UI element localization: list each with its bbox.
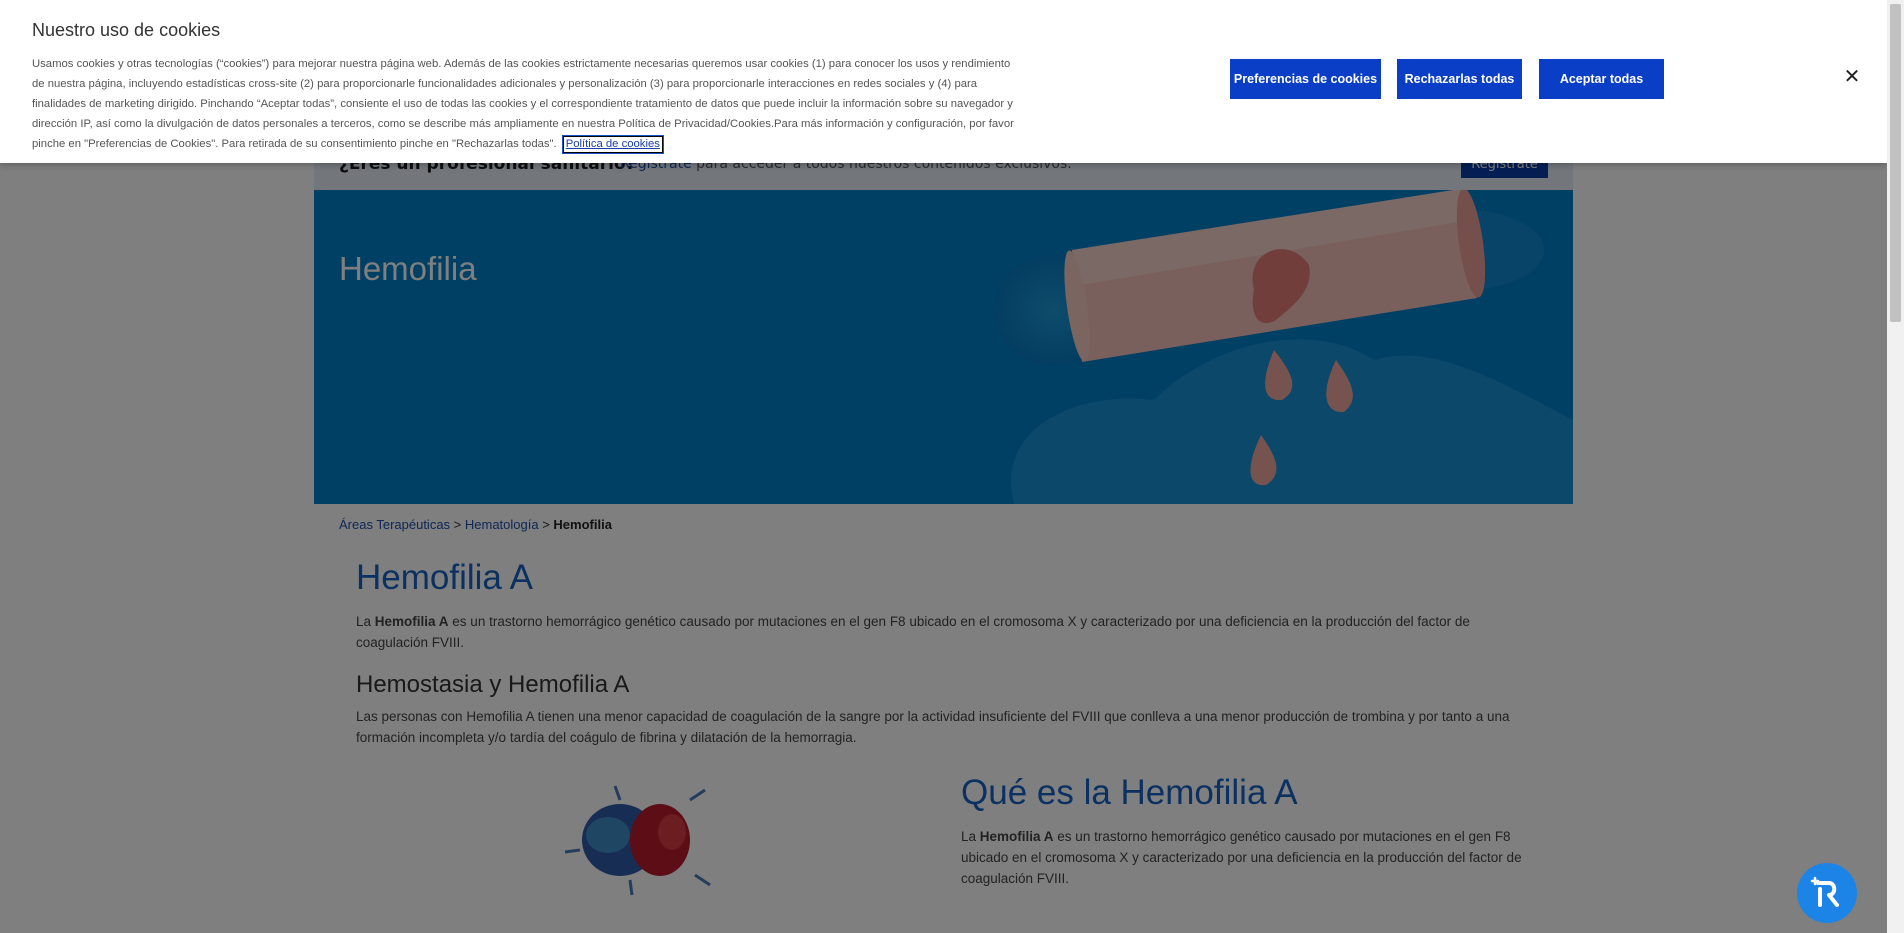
cookie-banner: Nuestro uso de cookies Usamos cookies y … xyxy=(0,0,1887,163)
cookie-policy-link[interactable]: Política de cookies xyxy=(561,135,664,154)
cookie-description: Usamos cookies y otras tecnologías (“coo… xyxy=(32,54,1022,154)
reject-all-button[interactable]: Rechazarlas todas xyxy=(1397,59,1522,99)
cookie-body: Usamos cookies y otras tecnologías (“coo… xyxy=(32,58,1014,150)
close-icon[interactable]: ✕ xyxy=(1842,66,1862,86)
cookie-preferences-button[interactable]: Preferencias de cookies xyxy=(1230,59,1381,99)
accept-all-button[interactable]: Aceptar todas xyxy=(1539,59,1664,99)
assistant-r-icon xyxy=(1810,876,1839,907)
page-scrollbar[interactable] xyxy=(1887,0,1904,933)
scrollbar-thumb[interactable] xyxy=(1890,4,1901,322)
cookie-title: Nuestro uso de cookies xyxy=(32,20,221,40)
assistant-button[interactable] xyxy=(1797,863,1857,923)
